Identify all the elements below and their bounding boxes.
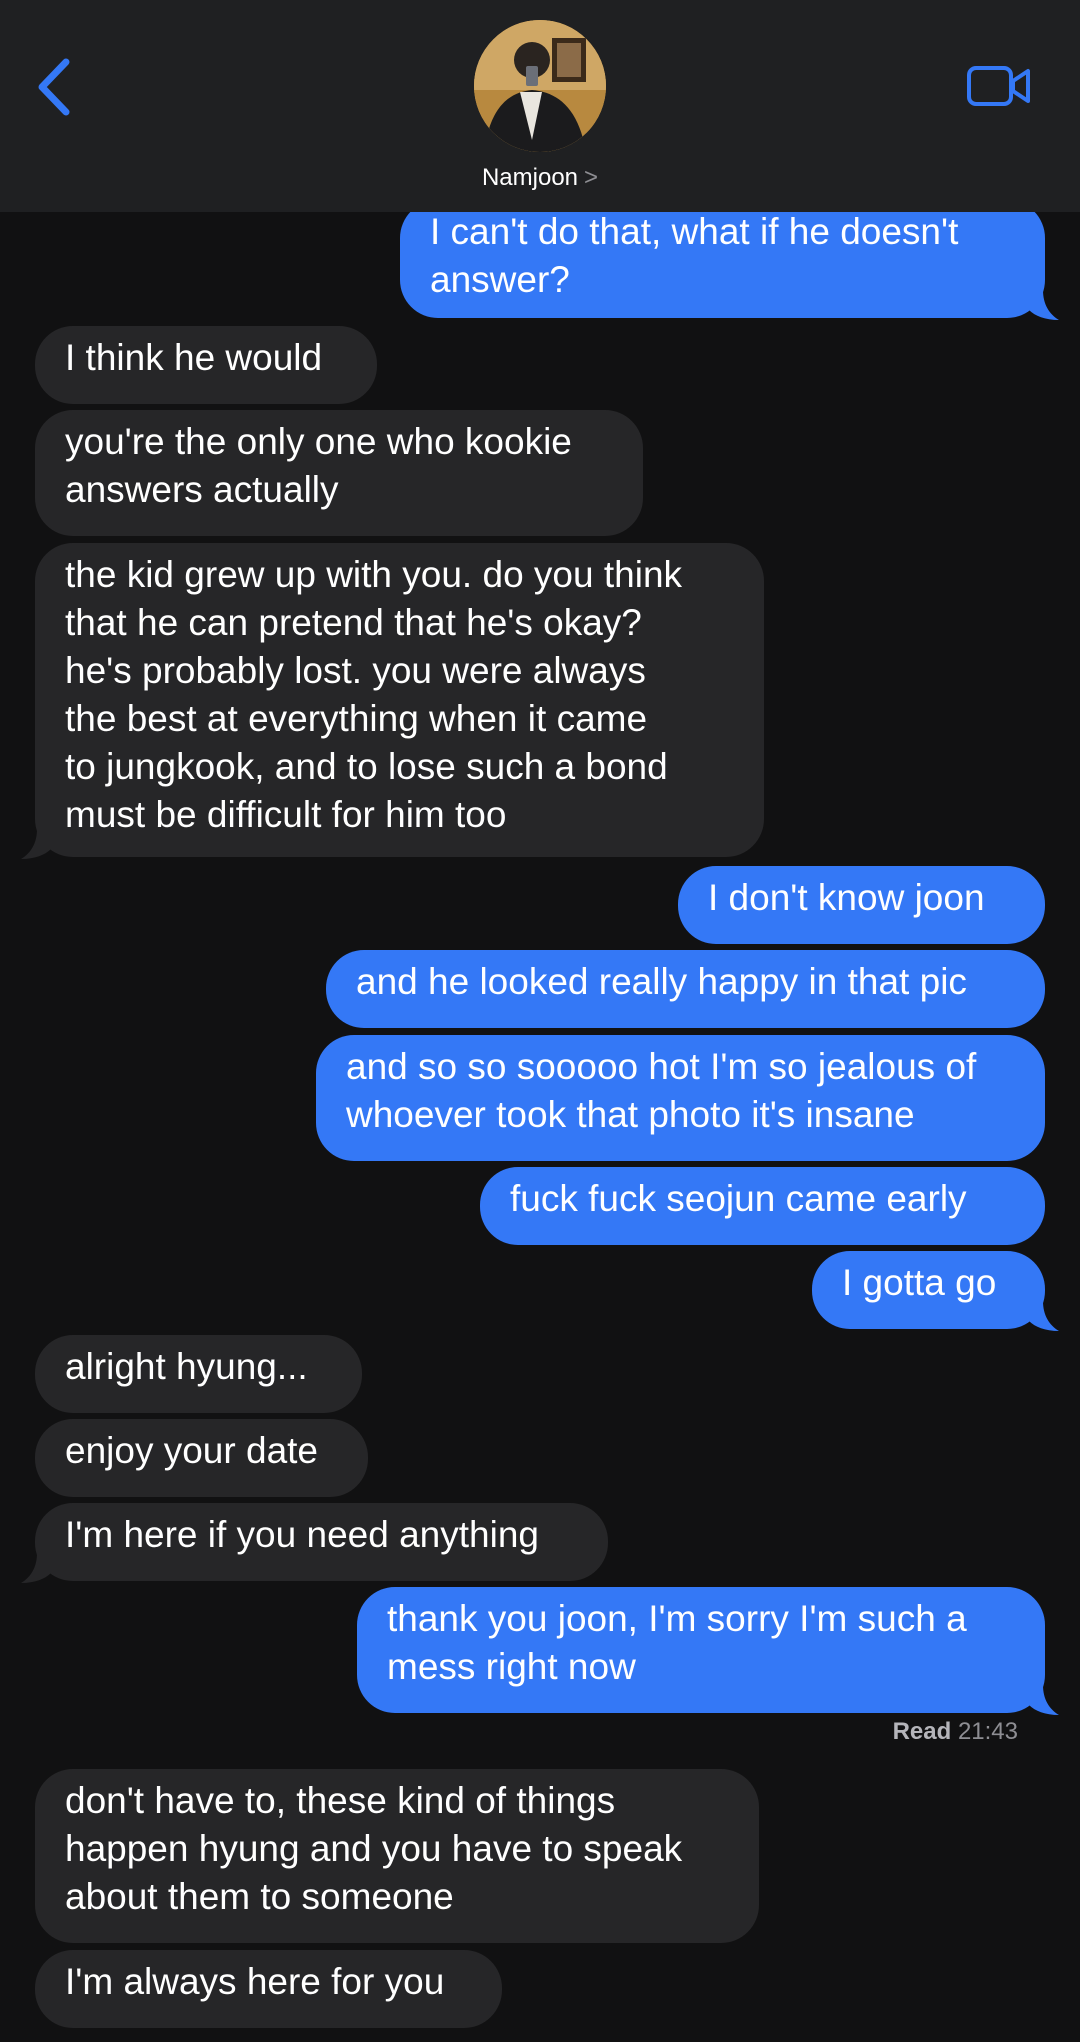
chevron-right-icon: > (584, 164, 599, 191)
outgoing-message[interactable]: fuck fuck seojun came early (480, 1167, 1045, 1245)
incoming-message[interactable]: don't have to, these kind of things happ… (35, 1769, 759, 1943)
outgoing-message[interactable]: thank you joon, I'm sorry I'm such a mes… (357, 1587, 1045, 1713)
contact-name: Namjoon (481, 164, 579, 191)
bubble-tail (1029, 1685, 1059, 1715)
outgoing-message[interactable]: and so so sooooo hot I'm so jealous of w… (316, 1035, 1045, 1161)
incoming-message[interactable]: enjoy your date (35, 1419, 368, 1497)
avatar[interactable] (474, 20, 606, 152)
outgoing-message[interactable]: I gotta go (812, 1251, 1045, 1329)
read-label: Read (892, 1718, 952, 1745)
outgoing-message[interactable]: I can't do that, what if he doesn't answ… (400, 200, 1045, 318)
chat-screen: I can't do that, what if he doesn't answ… (0, 0, 1080, 2042)
incoming-message[interactable]: the kid grew up with you. do you think t… (35, 543, 764, 857)
avatar-photo (474, 20, 606, 152)
bubble-tail (1029, 1301, 1059, 1331)
bubble-tail (21, 1553, 51, 1583)
outgoing-message[interactable]: and he looked really happy in that pic (326, 950, 1045, 1028)
read-time: 21:43 (957, 1718, 1018, 1745)
incoming-message[interactable]: I think he would (35, 326, 377, 404)
chat-header: Namjoon > (0, 0, 1080, 212)
chevron-left-icon[interactable] (32, 52, 82, 122)
bubble-tail (21, 829, 51, 859)
video-camera-icon[interactable] (966, 64, 1032, 108)
incoming-message[interactable]: you're the only one who kookie answers a… (35, 410, 643, 536)
incoming-message[interactable]: I'm always here for you (35, 1950, 502, 2028)
incoming-message[interactable]: I'm here if you need anything (35, 1503, 608, 1581)
bubble-tail (1029, 290, 1059, 320)
incoming-message[interactable]: alright hyung... (35, 1335, 362, 1413)
contact-name-button[interactable]: Namjoon > (0, 162, 1080, 194)
outgoing-message[interactable]: I don't know joon (678, 866, 1045, 944)
read-receipt: Read 21:43 (893, 1717, 1018, 1747)
